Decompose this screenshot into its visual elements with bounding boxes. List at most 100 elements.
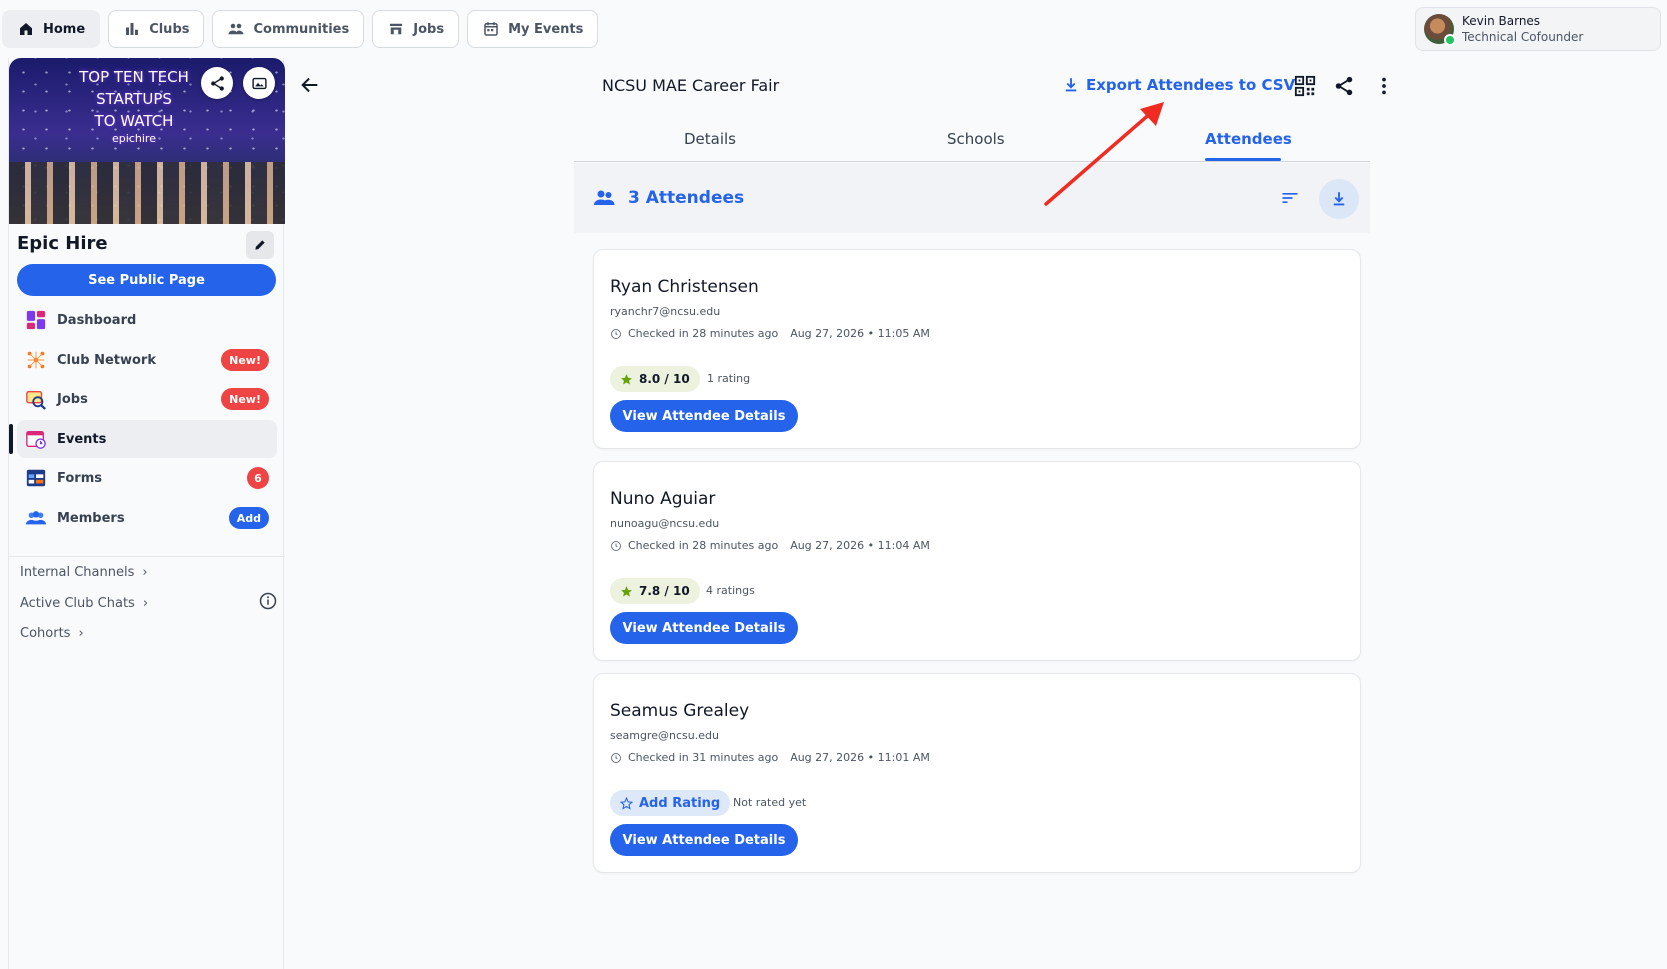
attendees-count-label: 3 Attendees — [628, 188, 745, 208]
attendee-card: Seamus Grealey seamgre@ncsu.edu Checked … — [593, 673, 1361, 873]
job-search-icon — [26, 390, 46, 410]
cohorts-label: Cohorts — [20, 626, 71, 641]
checkin-text: Checked in 28 minutes ago — [628, 327, 779, 340]
banner-brand: epichire — [112, 132, 156, 145]
rating-badge: 8.0 / 10 — [610, 366, 700, 392]
checkin-datetime: Aug 27, 2026 • 11:01 AM — [790, 751, 930, 764]
attendee-checkin: Checked in 31 minutes ago Aug 27, 2026 •… — [610, 751, 930, 764]
pencil-icon — [255, 240, 265, 250]
nav-home-label: Home — [43, 21, 86, 37]
image-icon — [251, 77, 267, 89]
sidebar-item-label: Forms — [57, 470, 102, 486]
forms-icon — [26, 469, 46, 487]
clock-icon — [611, 328, 621, 339]
export-label: Export Attendees to CSV — [1086, 76, 1296, 94]
cohorts-link[interactable]: Cohorts › — [20, 626, 84, 641]
attendee-email: seamgre@ncsu.edu — [610, 729, 719, 742]
nav-clubs-label: Clubs — [149, 21, 190, 37]
sidebar-item-club-network[interactable]: Club Network New! — [17, 341, 277, 379]
banner-people-photo — [9, 162, 285, 224]
nav-clubs-button[interactable]: Clubs — [108, 10, 205, 48]
people-icon — [594, 190, 615, 205]
clock-icon — [611, 752, 621, 763]
annotation-arrow — [1044, 102, 1164, 206]
back-arrow-icon[interactable] — [299, 74, 321, 96]
nav-communities-label: Communities — [253, 21, 350, 37]
sidebar-item-forms[interactable]: Forms 6 — [17, 459, 277, 497]
attendee-card: Nuno Aguiar nunoagu@ncsu.edu Checked in … — [593, 461, 1361, 661]
share-icon — [210, 75, 224, 91]
sort-icon[interactable] — [1280, 188, 1300, 208]
view-attendee-details-button[interactable]: View Attendee Details — [610, 824, 798, 856]
sidebar-item-label: Jobs — [57, 391, 88, 407]
rating-value: 7.8 / 10 — [639, 584, 690, 598]
user-profile-button[interactable]: Kevin Barnes Technical Cofounder — [1415, 7, 1661, 51]
download-attendees-button[interactable] — [1319, 179, 1359, 219]
event-title: NCSU MAE Career Fair — [602, 76, 780, 95]
internal-channels-link[interactable]: Internal Channels › — [20, 565, 148, 580]
active-indicator — [9, 424, 13, 454]
sidebar-item-jobs[interactable]: Jobs New! — [17, 380, 277, 418]
home-icon — [20, 23, 32, 35]
checkin-datetime: Aug 27, 2026 • 11:04 AM — [790, 539, 930, 552]
banner-title: TOP TEN TECH STARTUPS TO WATCH epichire — [49, 66, 219, 146]
download-icon — [1065, 78, 1077, 92]
sidebar-item-members[interactable]: Members Add — [17, 499, 277, 537]
top-nav: Home Clubs Communities Jobs My Events — [2, 10, 599, 48]
user-role: Technical Cofounder — [1462, 30, 1584, 44]
sidebar-item-dashboard[interactable]: Dashboard — [17, 301, 277, 339]
chevron-right-icon: › — [142, 596, 149, 611]
nav-home-button[interactable]: Home — [2, 10, 101, 48]
active-club-chats-label: Active Club Chats — [20, 596, 135, 611]
rating-count: 4 ratings — [706, 584, 755, 597]
chevron-right-icon: › — [78, 626, 84, 641]
sidebar-item-label: Club Network — [57, 352, 156, 368]
checkin-datetime: Aug 27, 2026 • 11:05 AM — [790, 327, 930, 340]
star-icon — [621, 373, 632, 385]
edit-club-button[interactable] — [246, 231, 274, 259]
more-vert-icon[interactable] — [1373, 75, 1395, 97]
new-badge: New! — [221, 349, 269, 371]
rating-value: 8.0 / 10 — [639, 372, 690, 386]
dashboard-icon — [26, 310, 46, 330]
tab-attendees[interactable]: Attendees — [1205, 130, 1292, 148]
sidebar: TOP TEN TECH STARTUPS TO WATCH epichire … — [8, 58, 285, 969]
banner-title-line1: TOP TEN TECH STARTUPS — [79, 68, 189, 108]
user-name: Kevin Barnes — [1462, 14, 1541, 28]
qr-code-icon[interactable] — [1294, 75, 1316, 97]
attendee-name: Nuno Aguiar — [610, 489, 716, 509]
tab-schools[interactable]: Schools — [947, 130, 1005, 148]
attendees-summary-bar: 3 Attendees — [574, 163, 1370, 233]
event-calendar-icon — [26, 430, 46, 449]
online-status-dot — [1444, 34, 1456, 46]
nav-my-events-button[interactable]: My Events — [467, 10, 599, 48]
not-rated-text: Not rated yet — [733, 796, 807, 809]
info-icon[interactable] — [259, 592, 277, 610]
active-club-chats-link[interactable]: Active Club Chats › — [20, 596, 148, 611]
sidebar-divider — [9, 556, 285, 557]
see-public-page-button[interactable]: See Public Page — [17, 264, 276, 296]
attendee-checkin: Checked in 28 minutes ago Aug 27, 2026 •… — [610, 539, 930, 552]
change-image-button[interactable] — [243, 67, 275, 99]
sidebar-item-label: Events — [57, 431, 107, 447]
add-members-badge[interactable]: Add — [228, 507, 269, 529]
sidebar-item-label: Dashboard — [57, 312, 137, 328]
tab-details[interactable]: Details — [684, 130, 736, 148]
view-attendee-details-button[interactable]: View Attendee Details — [610, 612, 798, 644]
sidebar-item-events[interactable]: Events — [9, 420, 277, 458]
nav-jobs-button[interactable]: Jobs — [372, 10, 460, 48]
attendee-name: Ryan Christensen — [610, 277, 759, 297]
star-outline-icon — [620, 796, 633, 810]
share-banner-button[interactable] — [201, 67, 233, 99]
internal-channels-label: Internal Channels — [20, 565, 135, 580]
view-attendee-details-button[interactable]: View Attendee Details — [610, 400, 798, 432]
sidebar-item-label: Members — [57, 510, 125, 526]
rating-badge: 7.8 / 10 — [610, 578, 700, 604]
calendar-icon — [484, 22, 498, 36]
export-attendees-csv-button[interactable]: Export Attendees to CSV — [1062, 76, 1295, 94]
nav-communities-button[interactable]: Communities — [212, 10, 365, 48]
add-rating-button[interactable]: Add Rating — [610, 790, 731, 816]
attendee-name: Seamus Grealey — [610, 701, 750, 721]
share-icon[interactable] — [1333, 75, 1355, 97]
club-name: Epic Hire — [17, 233, 108, 254]
